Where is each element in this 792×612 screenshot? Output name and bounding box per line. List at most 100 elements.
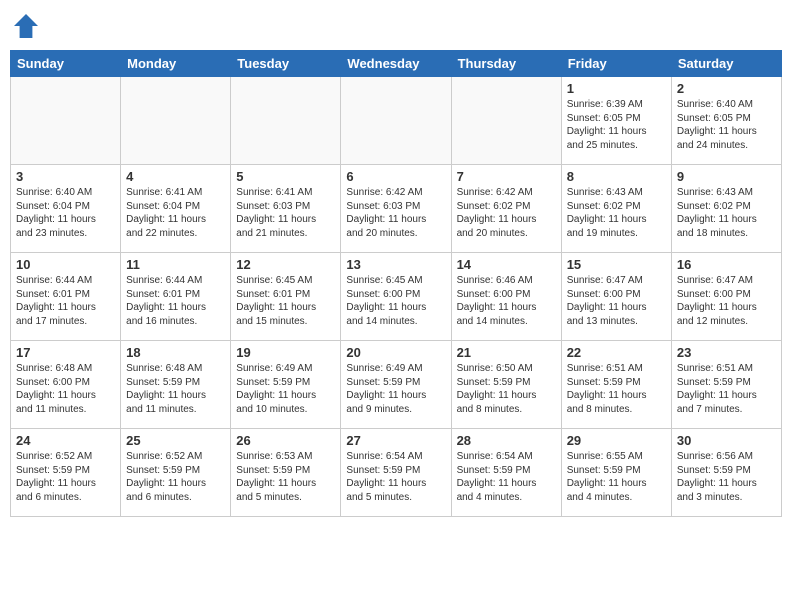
day-number: 21 (457, 345, 556, 360)
calendar-cell: 5Sunrise: 6:41 AMSunset: 6:03 PMDaylight… (231, 165, 341, 253)
day-number: 27 (346, 433, 445, 448)
calendar-cell: 10Sunrise: 6:44 AMSunset: 6:01 PMDayligh… (11, 253, 121, 341)
day-info: Sunrise: 6:54 AMSunset: 5:59 PMDaylight:… (346, 450, 445, 504)
calendar-cell: 25 Sunrise: 6:52 AMSunset: 5:59 PMDayligh… (121, 429, 231, 517)
calendar-week-row: 17 Sunrise: 6:48 AMSunset: 6:00 PMDayligh… (11, 341, 782, 429)
calendar-cell: 4 Sunrise: 6:41 AMSunset: 6:04 PMDaylight… (121, 165, 231, 253)
day-number: 14 (457, 257, 556, 272)
day-number: 30 (677, 433, 776, 448)
weekday-header: Friday (561, 51, 671, 77)
day-info: Sunrise: 6:40 AMSunset: 6:04 PMDaylight:… (16, 186, 115, 240)
calendar-cell: 17 Sunrise: 6:48 AMSunset: 6:00 PMDayligh… (11, 341, 121, 429)
logo (10, 10, 46, 42)
day-number: 12 (236, 257, 335, 272)
weekday-header: Thursday (451, 51, 561, 77)
day-number: 24 (16, 433, 115, 448)
weekday-header: Monday (121, 51, 231, 77)
calendar-cell: 29 Sunrise: 6:55 AMSunset: 5:59 PMDayligh… (561, 429, 671, 517)
calendar-cell: 3 Sunrise: 6:40 AMSunset: 6:04 PMDaylight… (11, 165, 121, 253)
day-info: Sunrise: 6:51 AMSunset: 5:59 PMDaylight:… (677, 362, 776, 416)
day-number: 26 (236, 433, 335, 448)
calendar-cell: 11 Sunrise: 6:44 AMSunset: 6:01 PMDayligh… (121, 253, 231, 341)
calendar-cell (121, 77, 231, 165)
day-info: Sunrise: 6:43 AMSunset: 6:02 PMDaylight:… (677, 186, 776, 240)
day-info: Sunrise: 6:39 AMSunset: 6:05 PMDaylight:… (567, 98, 666, 152)
calendar-cell: 13 Sunrise: 6:45 AMSunset: 6:00 PMDayligh… (341, 253, 451, 341)
day-number: 23 (677, 345, 776, 360)
generalblue-icon (10, 10, 42, 42)
day-info: Sunrise: 6:44 AMSunset: 6:01 PMDaylight:… (126, 274, 225, 328)
calendar-cell: 19Sunrise: 6:49 AMSunset: 5:59 PMDayligh… (231, 341, 341, 429)
calendar-cell: 8Sunrise: 6:43 AMSunset: 6:02 PMDaylight… (561, 165, 671, 253)
weekday-header: Wednesday (341, 51, 451, 77)
calendar-week-row: 1 Sunrise: 6:39 AMSunset: 6:05 PMDaylight… (11, 77, 782, 165)
calendar-cell: 2 Sunrise: 6:40 AMSunset: 6:05 PMDaylight… (671, 77, 781, 165)
day-info: Sunrise: 6:55 AMSunset: 5:59 PMDaylight:… (567, 450, 666, 504)
calendar-cell (231, 77, 341, 165)
calendar-week-row: 3 Sunrise: 6:40 AMSunset: 6:04 PMDaylight… (11, 165, 782, 253)
calendar-week-row: 10Sunrise: 6:44 AMSunset: 6:01 PMDayligh… (11, 253, 782, 341)
weekday-header-row: SundayMondayTuesdayWednesdayThursdayFrid… (11, 51, 782, 77)
calendar-cell: 21 Sunrise: 6:50 AMSunset: 5:59 PMDayligh… (451, 341, 561, 429)
calendar-cell: 14 Sunrise: 6:46 AMSunset: 6:00 PMDayligh… (451, 253, 561, 341)
day-info: Sunrise: 6:48 AMSunset: 5:59 PMDaylight:… (126, 362, 225, 416)
day-info: Sunrise: 6:46 AMSunset: 6:00 PMDaylight:… (457, 274, 556, 328)
day-info: Sunrise: 6:52 AMSunset: 5:59 PMDaylight:… (126, 450, 225, 504)
calendar-cell: 24 Sunrise: 6:52 AMSunset: 5:59 PMDayligh… (11, 429, 121, 517)
calendar-cell: 1 Sunrise: 6:39 AMSunset: 6:05 PMDaylight… (561, 77, 671, 165)
day-number: 25 (126, 433, 225, 448)
calendar-cell: 28 Sunrise: 6:54 AMSunset: 5:59 PMDayligh… (451, 429, 561, 517)
day-number: 8 (567, 169, 666, 184)
day-number: 18 (126, 345, 225, 360)
day-info: Sunrise: 6:40 AMSunset: 6:05 PMDaylight:… (677, 98, 776, 152)
day-info: Sunrise: 6:45 AMSunset: 6:00 PMDaylight:… (346, 274, 445, 328)
weekday-header: Tuesday (231, 51, 341, 77)
day-number: 19 (236, 345, 335, 360)
day-info: Sunrise: 6:42 AMSunset: 6:03 PMDaylight:… (346, 186, 445, 240)
calendar-cell: 26 Sunrise: 6:53 AMSunset: 5:59 PMDayligh… (231, 429, 341, 517)
day-info: Sunrise: 6:51 AMSunset: 5:59 PMDaylight:… (567, 362, 666, 416)
day-number: 2 (677, 81, 776, 96)
day-number: 29 (567, 433, 666, 448)
day-info: Sunrise: 6:41 AMSunset: 6:04 PMDaylight:… (126, 186, 225, 240)
day-info: Sunrise: 6:53 AMSunset: 5:59 PMDaylight:… (236, 450, 335, 504)
day-info: Sunrise: 6:47 AMSunset: 6:00 PMDaylight:… (677, 274, 776, 328)
calendar-cell: 23 Sunrise: 6:51 AMSunset: 5:59 PMDayligh… (671, 341, 781, 429)
calendar-cell: 6 Sunrise: 6:42 AMSunset: 6:03 PMDaylight… (341, 165, 451, 253)
day-number: 20 (346, 345, 445, 360)
calendar-cell (341, 77, 451, 165)
day-number: 1 (567, 81, 666, 96)
calendar: SundayMondayTuesdayWednesdayThursdayFrid… (10, 50, 782, 517)
calendar-cell: 16 Sunrise: 6:47 AMSunset: 6:00 PMDayligh… (671, 253, 781, 341)
day-info: Sunrise: 6:45 AMSunset: 6:01 PMDaylight:… (236, 274, 335, 328)
calendar-cell: 22Sunrise: 6:51 AMSunset: 5:59 PMDayligh… (561, 341, 671, 429)
calendar-cell: 12 Sunrise: 6:45 AMSunset: 6:01 PMDayligh… (231, 253, 341, 341)
weekday-header: Saturday (671, 51, 781, 77)
day-info: Sunrise: 6:52 AMSunset: 5:59 PMDaylight:… (16, 450, 115, 504)
day-number: 6 (346, 169, 445, 184)
day-number: 5 (236, 169, 335, 184)
day-number: 13 (346, 257, 445, 272)
day-info: Sunrise: 6:48 AMSunset: 6:00 PMDaylight:… (16, 362, 115, 416)
calendar-week-row: 24 Sunrise: 6:52 AMSunset: 5:59 PMDayligh… (11, 429, 782, 517)
day-number: 17 (16, 345, 115, 360)
calendar-cell (11, 77, 121, 165)
day-number: 16 (677, 257, 776, 272)
day-info: Sunrise: 6:56 AMSunset: 5:59 PMDaylight:… (677, 450, 776, 504)
calendar-cell: 30 Sunrise: 6:56 AMSunset: 5:59 PMDayligh… (671, 429, 781, 517)
day-number: 9 (677, 169, 776, 184)
day-info: Sunrise: 6:50 AMSunset: 5:59 PMDaylight:… (457, 362, 556, 416)
calendar-cell: 18 Sunrise: 6:48 AMSunset: 5:59 PMDayligh… (121, 341, 231, 429)
day-number: 28 (457, 433, 556, 448)
day-number: 11 (126, 257, 225, 272)
weekday-header: Sunday (11, 51, 121, 77)
calendar-cell: 27 Sunrise: 6:54 AMSunset: 5:59 PMDayligh… (341, 429, 451, 517)
day-info: Sunrise: 6:54 AMSunset: 5:59 PMDaylight:… (457, 450, 556, 504)
day-info: Sunrise: 6:42 AMSunset: 6:02 PMDaylight:… (457, 186, 556, 240)
day-number: 15 (567, 257, 666, 272)
day-info: Sunrise: 6:44 AMSunset: 6:01 PMDaylight:… (16, 274, 115, 328)
day-number: 7 (457, 169, 556, 184)
calendar-cell: 15Sunrise: 6:47 AMSunset: 6:00 PMDayligh… (561, 253, 671, 341)
day-number: 3 (16, 169, 115, 184)
day-number: 4 (126, 169, 225, 184)
